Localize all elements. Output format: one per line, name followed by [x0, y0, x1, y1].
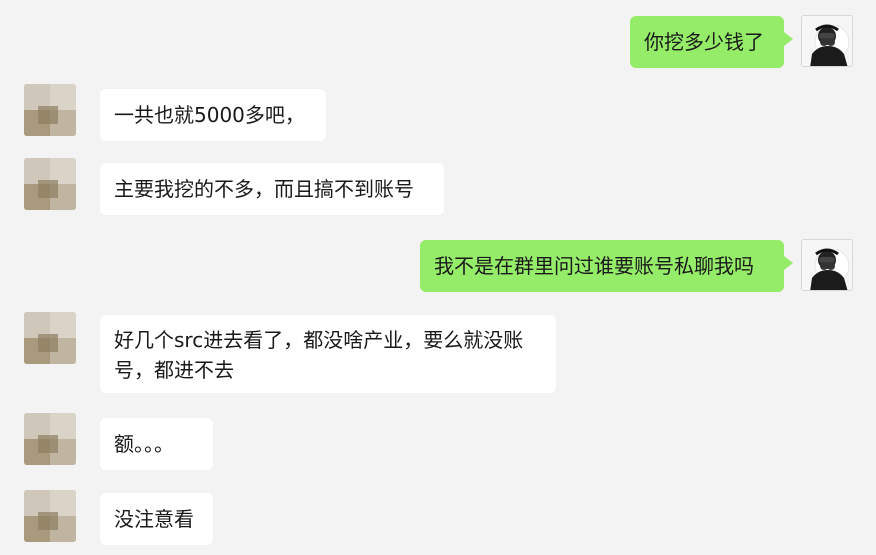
contact-avatar[interactable] [24, 413, 76, 465]
pixelated-avatar-icon [24, 158, 76, 210]
message-text: 额。。。 [114, 432, 174, 456]
message-text: 你挖多少钱了 [644, 30, 764, 54]
contact-avatar[interactable] [24, 84, 76, 136]
contact-avatar[interactable] [24, 490, 76, 542]
message-bubble-received[interactable]: 主要我挖的不多，而且搞不到账号 [100, 163, 444, 215]
message-text: 没注意看 [114, 507, 194, 531]
masked-person-avatar-icon [802, 240, 852, 290]
contact-avatar[interactable] [24, 158, 76, 210]
pixelated-avatar-icon [24, 413, 76, 465]
message-text: 主要我挖的不多，而且搞不到账号 [114, 177, 414, 201]
message-bubble-received[interactable]: 一共也就5000多吧， [100, 89, 326, 141]
message-text-line: 号，都进不去 [114, 358, 234, 382]
message-text: 我不是在群里问过谁要账号私聊我吗 [434, 254, 754, 278]
pixelated-avatar-icon [24, 490, 76, 542]
message-bubble-sent[interactable]: 我不是在群里问过谁要账号私聊我吗 [420, 240, 793, 292]
pixelated-avatar-icon [24, 312, 76, 364]
message-text-line: 好几个src进去看了，都没啥产业，要么就没账 [114, 328, 524, 352]
message-bubble-received[interactable]: 没注意看 [100, 493, 213, 545]
message-bubble-received[interactable]: 额。。。 [100, 418, 213, 470]
message-bubble-sent[interactable]: 你挖多少钱了 [630, 16, 793, 68]
chat-window: 你挖多少钱了 一共也就5000多吧， 主要我挖的不多，而且搞不到账号 我不是在群… [0, 0, 876, 555]
message-bubble-received[interactable]: 好几个src进去看了，都没啥产业，要么就没账 号，都进不去 [100, 315, 556, 393]
message-text: 一共也就5000多吧， [114, 103, 305, 127]
self-avatar[interactable] [801, 15, 853, 67]
self-avatar[interactable] [801, 239, 853, 291]
masked-person-avatar-icon [802, 16, 852, 66]
pixelated-avatar-icon [24, 84, 76, 136]
contact-avatar[interactable] [24, 312, 76, 364]
